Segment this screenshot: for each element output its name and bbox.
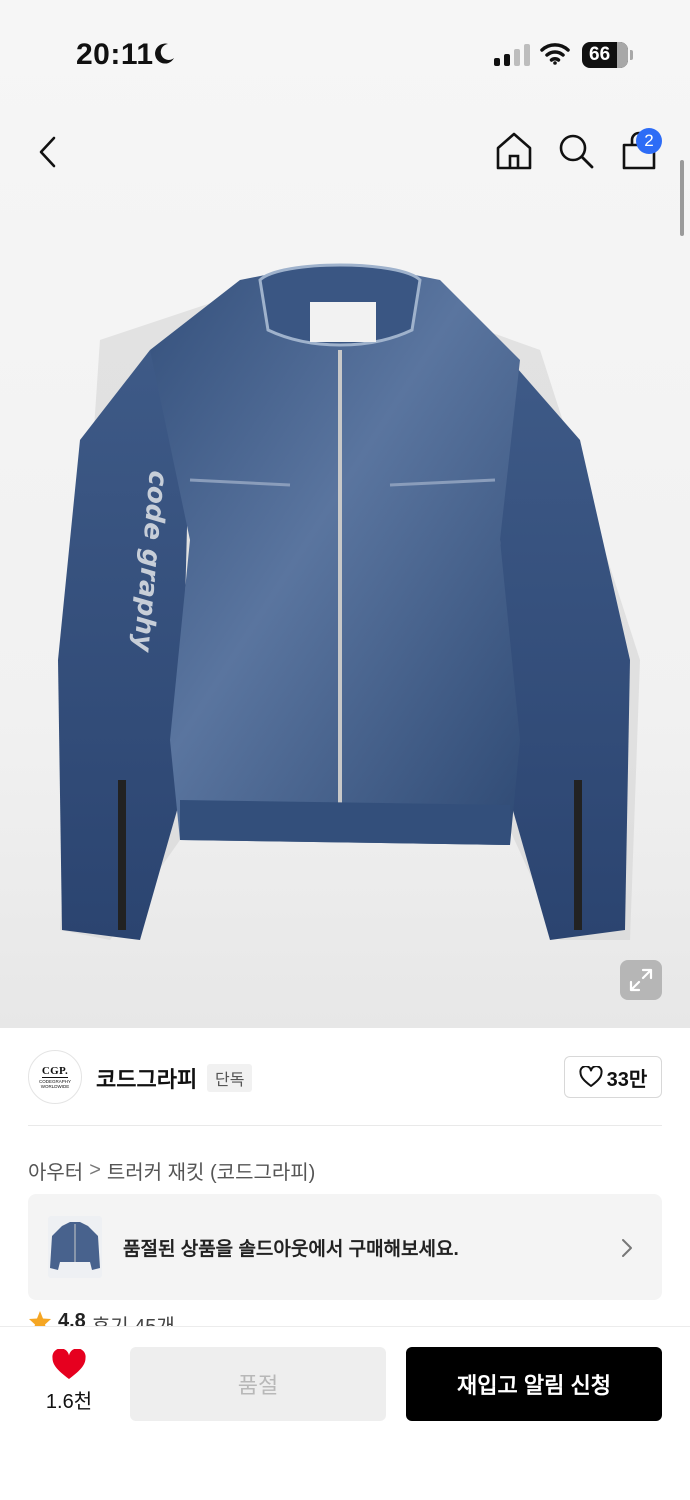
- chevron-left-icon: [39, 136, 56, 168]
- expand-icon: [629, 968, 653, 992]
- battery-tip: [630, 50, 633, 60]
- search-button[interactable]: [554, 128, 598, 174]
- expand-image-button[interactable]: [620, 960, 662, 1000]
- breadcrumb-separator: >: [89, 1159, 101, 1181]
- brand-row: CGP. CODEGRAPHY WORLDWIDE 코드그라피 단독 33만: [0, 1028, 690, 1126]
- exclusive-badge: 단독: [207, 1064, 253, 1092]
- rating-summary[interactable]: 4.8 후기 45개: [28, 1310, 175, 1326]
- breadcrumb-category[interactable]: 아우터: [28, 1156, 83, 1185]
- cellular-signal-icon: [494, 44, 530, 66]
- soldout-market-banner[interactable]: 품절된 상품을 솔드아웃에서 구매해보세요.: [28, 1194, 662, 1300]
- status-time: 20:11: [76, 38, 154, 71]
- breadcrumb: 아우터 > 트러커 재킷 (코드그라피): [28, 1156, 315, 1185]
- brand-name[interactable]: 코드그라피: [96, 1062, 197, 1094]
- heart-filled-icon: [52, 1349, 86, 1379]
- battery-indicator: 66: [582, 42, 628, 68]
- wishlist-count: 1.6천: [45, 1391, 93, 1413]
- breadcrumb-product-name: 트러커 재킷 (코드그라피): [106, 1162, 316, 1184]
- heart-outline-icon: [579, 1066, 603, 1087]
- wishlist-button[interactable]: 1.6천: [40, 1349, 98, 1414]
- star-icon: [29, 1311, 51, 1326]
- bottom-action-bar: 1.6천 품절 재입고 알림 신청: [0, 1326, 690, 1500]
- home-button[interactable]: [492, 128, 536, 174]
- back-button[interactable]: [28, 130, 68, 174]
- soldout-banner-message: 품절된 상품을 솔드아웃에서 구매해보세요.: [123, 1239, 459, 1260]
- cart-count-badge: 2: [636, 128, 662, 154]
- review-count: 후기 45개: [92, 1310, 175, 1326]
- rating-score: 4.8: [58, 1310, 86, 1326]
- product-thumbnail: [48, 1216, 102, 1278]
- product-jacket-image: code graphy: [58, 263, 640, 940]
- restock-alert-button[interactable]: 재입고 알림 신청: [406, 1347, 662, 1421]
- product-image-area[interactable]: 20:11 66 2 code graphy: [0, 0, 690, 1028]
- brand-logo[interactable]: CGP. CODEGRAPHY WORLDWIDE: [28, 1050, 82, 1104]
- home-icon: [496, 132, 532, 170]
- moon-icon: [155, 43, 174, 64]
- wifi-icon: [540, 43, 570, 65]
- status-bar: 20:11 66: [0, 0, 690, 110]
- scrollbar[interactable]: [680, 160, 684, 236]
- brand-like-count: 33만: [606, 1068, 648, 1091]
- divider: [28, 1125, 662, 1126]
- chevron-right-icon: [622, 1239, 632, 1257]
- brand-like-button[interactable]: 33만: [564, 1056, 662, 1098]
- search-icon: [559, 134, 594, 169]
- soldout-button: 품절: [130, 1347, 386, 1421]
